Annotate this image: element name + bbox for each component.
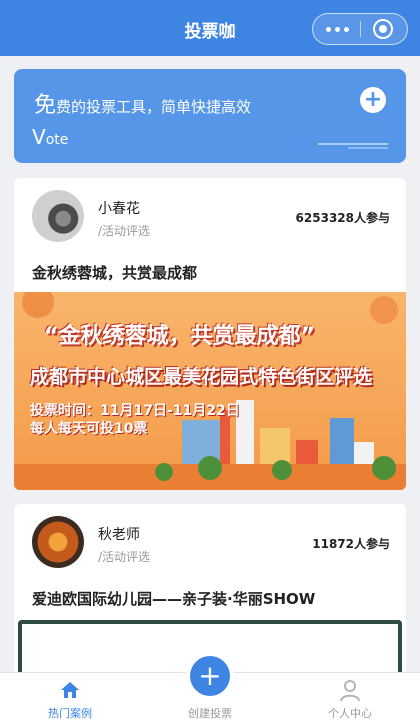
more-icon[interactable] — [313, 14, 361, 44]
capsule-divider — [360, 21, 361, 37]
user-icon — [340, 680, 360, 702]
cover-subtitle: 成都市中心城区最美花园式特色街区评选 — [30, 366, 373, 388]
miniprogram-capsule — [312, 13, 408, 45]
vote-cover-image[interactable]: “金秋绣蓉城，共赏最成都” 成都市中心城区最美花园式特色街区评选 投票时间：11… — [14, 292, 406, 490]
vote-category: /活动评选 — [98, 224, 151, 238]
avatar — [32, 190, 84, 242]
vote-big-char: V — [32, 125, 46, 149]
participant-count: 11872人参与 — [312, 537, 390, 551]
nav-header: 投票咖 — [0, 0, 420, 56]
vote-card[interactable]: 秋老师 /活动评选 11872人参与 爱迪欧国际幼儿园——亲子装·华丽SHOW — [14, 504, 406, 674]
avatar — [32, 516, 84, 568]
cover-vote-rule: 每人每天可投10票 — [30, 421, 148, 437]
tab-label: 个人中心 — [328, 707, 372, 720]
vote-title: 爱迪欧国际幼儿园——亲子装·华丽SHOW — [32, 590, 316, 608]
author-name: 秋老师 — [98, 527, 140, 543]
banner-vote: Vote — [32, 125, 68, 149]
slogan-text: 费的投票工具，简单快捷高效 — [56, 98, 252, 116]
participant-count: 6253328人参与 — [295, 211, 390, 225]
cover-vote-time: 投票时间：11月17日-11月22日 — [30, 403, 240, 419]
cover-headline: “金秋绣蓉城，共赏最成都” — [44, 324, 315, 349]
author-name: 小春花 — [98, 201, 140, 217]
create-vote-plus-button[interactable]: + — [190, 656, 230, 696]
vote-category: /活动评选 — [98, 550, 151, 564]
vote-card[interactable]: 小春花 /活动评选 6253328人参与 金秋绣蓉城，共赏最成都 “金秋绣蓉城，… — [14, 178, 406, 490]
tab-hot-cases[interactable]: 热门案例 — [0, 673, 140, 725]
banner-slogan: 免费的投票工具，简单快捷高效 — [34, 87, 251, 119]
tab-label: 创建投票 — [188, 707, 232, 720]
create-banner[interactable]: 免费的投票工具，简单快捷高效 Vote + — [14, 69, 406, 163]
home-icon — [61, 682, 79, 698]
close-target-icon[interactable] — [373, 19, 393, 39]
vote-title: 金秋绣蓉城，共赏最成都 — [32, 264, 198, 282]
plus-icon[interactable]: + — [360, 87, 386, 113]
vote-text: ote — [45, 132, 69, 148]
banner-decoration — [318, 143, 388, 145]
tab-profile[interactable]: 个人中心 — [280, 673, 420, 725]
tab-label: 热门案例 — [48, 707, 92, 720]
banner-decoration-2 — [348, 147, 388, 149]
slogan-big-char: 免 — [34, 93, 57, 118]
